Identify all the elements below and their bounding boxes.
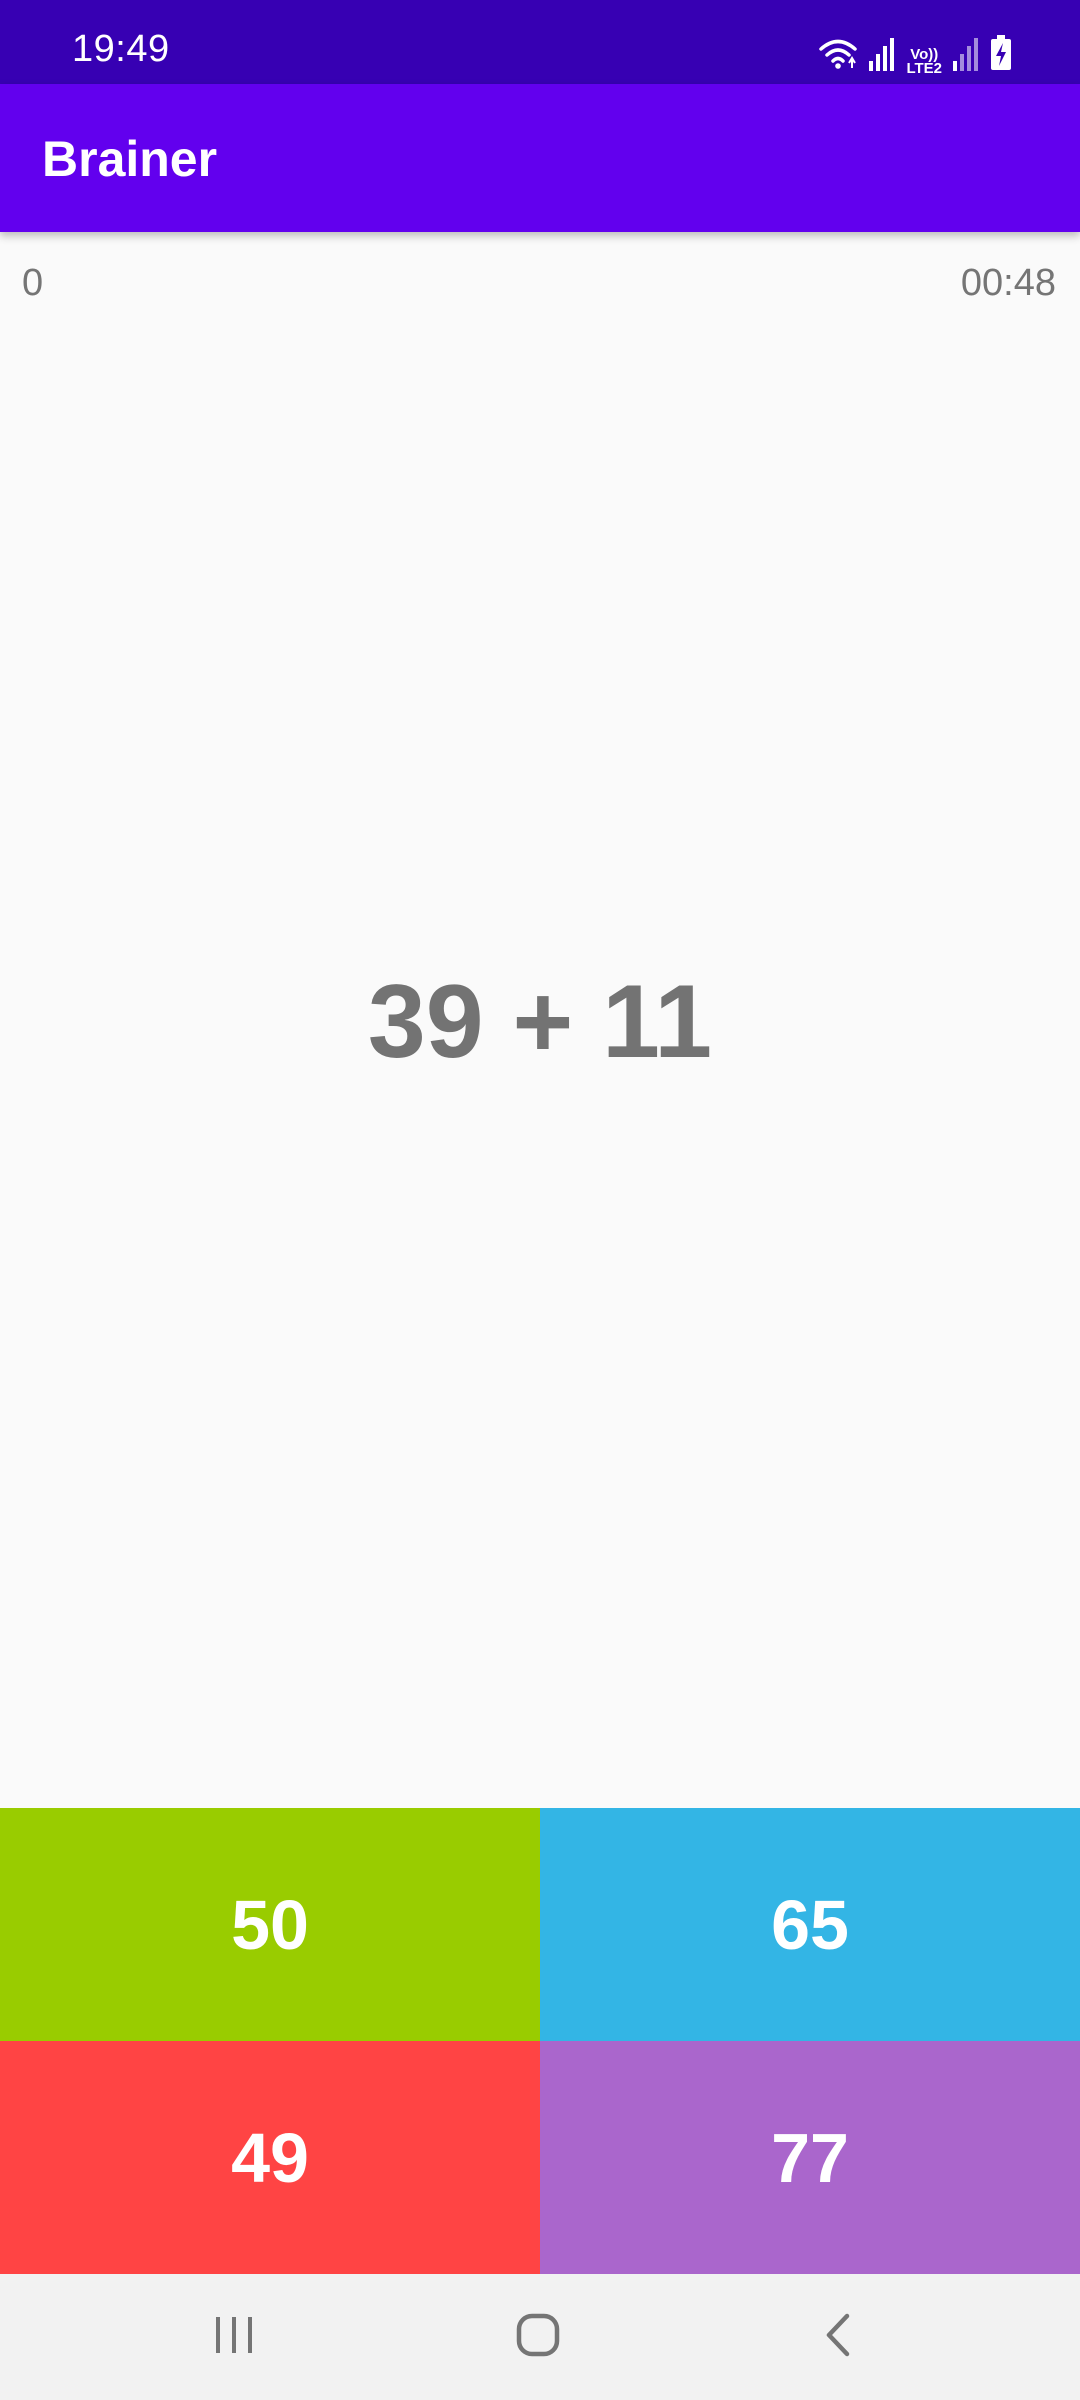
answer-label: 77 [771, 2118, 849, 2197]
signal-icon [868, 37, 896, 76]
app-title: Brainer [42, 131, 218, 187]
answer-button-4[interactable]: 77 [540, 2041, 1080, 2274]
navigation-bar [0, 2274, 1080, 2400]
status-time: 19:49 [72, 28, 170, 70]
status-icons: Vo)) LTE2 [818, 35, 1012, 77]
lte-label: LTE2 [906, 60, 942, 77]
recents-button[interactable] [154, 2274, 314, 2400]
back-button[interactable] [758, 2274, 918, 2400]
question-text: 39 + 11 [367, 964, 713, 1080]
answer-grid: 50 65 49 77 [0, 1808, 1080, 2274]
signal-icon-secondary [952, 37, 980, 76]
answer-label: 65 [771, 1885, 849, 1964]
screen: 19:49 Vo)) LTE2 Brainer 0 00:48 39 + 11 … [0, 0, 1080, 2400]
answer-button-2[interactable]: 65 [540, 1808, 1080, 2041]
app-bar: Brainer [0, 84, 1080, 232]
back-icon [823, 2312, 853, 2363]
wifi-icon [818, 37, 858, 76]
home-button[interactable] [458, 2274, 618, 2400]
answer-button-3[interactable]: 49 [0, 2041, 540, 2274]
home-icon [515, 2312, 561, 2363]
timer-label: 00:48 [960, 262, 1056, 304]
status-bar: 19:49 Vo)) LTE2 [0, 0, 1080, 84]
recents-icon [212, 2315, 256, 2360]
volte-icon: Vo)) LTE2 [906, 47, 942, 77]
answer-button-1[interactable]: 50 [0, 1808, 540, 2041]
score-label: 0 [22, 262, 44, 304]
battery-charging-icon [990, 35, 1012, 76]
answer-label: 49 [231, 2118, 309, 2197]
answer-label: 50 [231, 1885, 309, 1964]
